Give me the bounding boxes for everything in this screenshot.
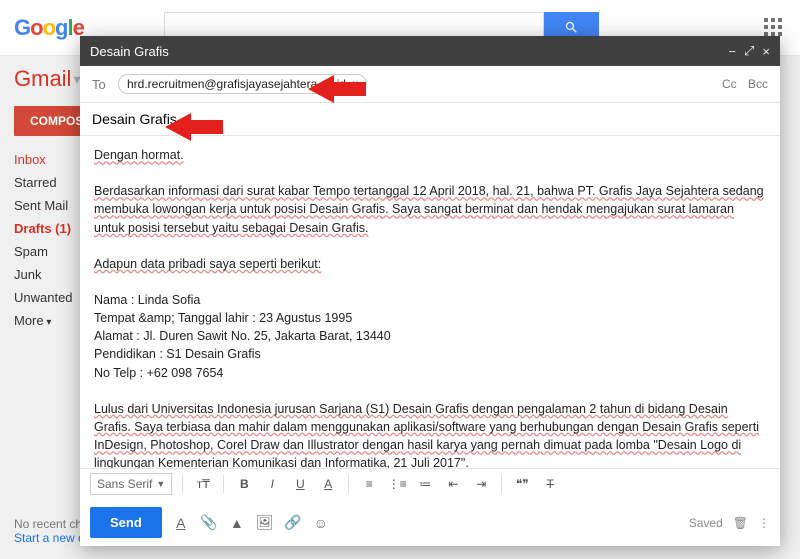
cc-bcc: Cc Bcc: [714, 77, 768, 91]
bold-icon[interactable]: B: [234, 474, 254, 494]
compose-bottom-bar: Send A 📎 ▲ 🖼 🔗 ☺ Saved 🗑 ⋮: [80, 499, 780, 546]
search-icon: [564, 20, 579, 35]
expand-icon[interactable]: ⤢: [744, 43, 754, 59]
indent-more-icon[interactable]: ⇥: [471, 474, 491, 494]
numbered-list-icon[interactable]: ⋮≡: [387, 474, 407, 494]
insert-link-icon[interactable]: 🔗: [284, 514, 302, 532]
drive-icon[interactable]: ▲: [228, 514, 246, 532]
emoji-icon[interactable]: ☺: [312, 514, 330, 532]
minimize-icon[interactable]: −: [728, 44, 736, 59]
format-toolbar: Sans Serif▼ т₸ B I U A ≡ ⋮≡ ≔ ⇤ ⇥ ❝❞ T: [80, 468, 780, 499]
compose-titlebar[interactable]: Desain Grafis − ⤢ ×: [80, 36, 780, 66]
quote-icon[interactable]: ❝❞: [512, 474, 532, 494]
italic-icon[interactable]: I: [262, 474, 282, 494]
compose-title: Desain Grafis: [90, 44, 720, 59]
attach-icon[interactable]: 📎: [200, 514, 218, 532]
discard-icon[interactable]: 🗑: [733, 516, 748, 530]
close-icon[interactable]: ×: [762, 44, 770, 59]
bcc-link[interactable]: Bcc: [748, 77, 768, 91]
compose-body[interactable]: Dengan hormat. Berdasarkan informasi dar…: [80, 136, 780, 468]
clear-format-icon[interactable]: T: [540, 474, 560, 494]
google-logo: Google: [14, 15, 84, 41]
font-size-icon[interactable]: т₸: [193, 474, 213, 494]
cc-link[interactable]: Cc: [722, 77, 737, 91]
saved-label: Saved: [689, 516, 723, 530]
font-picker[interactable]: Sans Serif▼: [90, 473, 172, 495]
formatting-toggle-icon[interactable]: A: [172, 514, 190, 532]
to-row[interactable]: To hrd.recruitmen@grafisjayasejahtera.co…: [80, 66, 780, 103]
to-label: To: [92, 77, 118, 92]
send-button[interactable]: Send: [90, 507, 162, 538]
indent-less-icon[interactable]: ⇤: [443, 474, 463, 494]
bullet-list-icon[interactable]: ≔: [415, 474, 435, 494]
align-icon[interactable]: ≡: [359, 474, 379, 494]
text-color-icon[interactable]: A: [318, 474, 338, 494]
underline-icon[interactable]: U: [290, 474, 310, 494]
more-options-icon[interactable]: ⋮: [758, 516, 770, 530]
apps-icon[interactable]: [764, 18, 782, 36]
insert-photo-icon[interactable]: 🖼: [256, 514, 274, 532]
